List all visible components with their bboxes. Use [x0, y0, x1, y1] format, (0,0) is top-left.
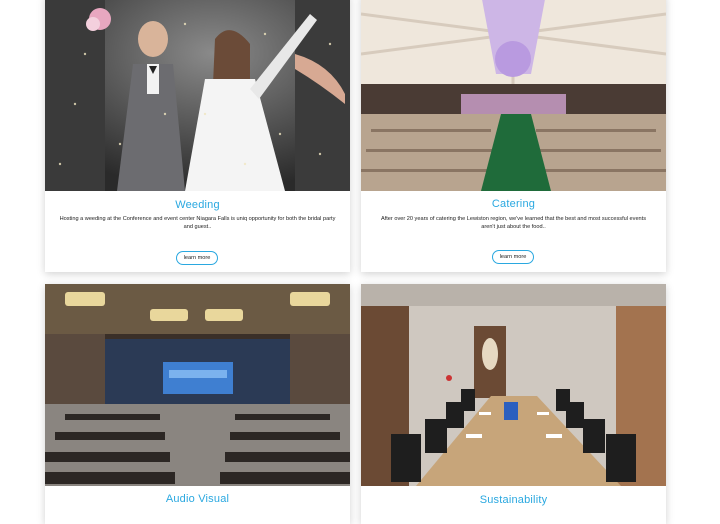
service-card-audio-visual: Audio Visual	[45, 284, 350, 524]
card-title: Catering	[491, 198, 536, 210]
card-title: Audio Visual	[165, 493, 230, 505]
card-description: Hosting a weeding at the Conference and …	[59, 216, 336, 230]
banquet-hall-photo	[361, 0, 666, 191]
conference-hall-photo	[45, 284, 350, 486]
services-grid: Weeding Hosting a weeding at the Confere…	[0, 0, 720, 524]
service-card-weeding: Weeding Hosting a weeding at the Confere…	[45, 0, 350, 272]
learn-more-button[interactable]: learn more	[492, 250, 534, 264]
learn-more-button[interactable]: learn more	[176, 251, 218, 265]
wedding-couple-photo	[45, 0, 350, 191]
service-card-catering: Catering After over 20 years of catering…	[361, 0, 666, 272]
service-card-sustainability: Sustainability	[361, 284, 666, 524]
card-title: Weeding	[175, 199, 220, 211]
card-description: After over 20 years of catering the Lewi…	[380, 216, 647, 230]
card-title: Sustainability	[479, 494, 548, 506]
boardroom-photo	[361, 284, 666, 486]
